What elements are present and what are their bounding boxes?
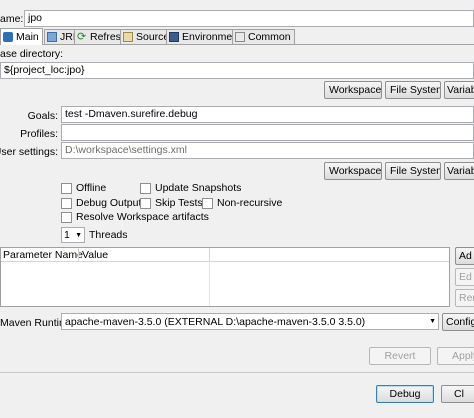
tab-main-label: Main — [16, 31, 39, 43]
tab-strip-line — [0, 44, 474, 45]
column-divider — [209, 248, 210, 262]
profiles-input[interactable] — [61, 124, 474, 141]
skip-tests-label: Skip Tests — [155, 197, 203, 209]
update-snapshots-box[interactable] — [140, 182, 151, 194]
add-parameter-button[interactable]: Ad — [455, 247, 474, 265]
maven-runtime-select[interactable]: apache-maven-3.5.0 (EXTERNAL D:\apache-m… — [61, 313, 439, 330]
skip-tests-checkbox[interactable]: Skip Tests — [140, 197, 203, 209]
user-settings-label: User settings: — [0, 146, 58, 158]
non-recursive-box[interactable] — [202, 197, 213, 209]
column-divider — [78, 248, 79, 262]
configure-runtime-button[interactable]: Configu — [442, 313, 474, 331]
offline-label: Offline — [76, 182, 107, 194]
threads-select[interactable]: 1 ▼ — [61, 227, 85, 243]
name-input[interactable]: jpo — [24, 10, 474, 27]
revert-button[interactable]: Revert — [369, 347, 431, 365]
base-directory-input[interactable]: ${project_loc:jpo} — [0, 62, 474, 79]
resolve-workspace-label: Resolve Workspace artifacts — [76, 211, 209, 223]
base-workspace-button[interactable]: Workspace... — [324, 81, 382, 99]
base-file-system-button[interactable]: File System... — [385, 81, 441, 99]
main-tab-icon — [3, 32, 13, 42]
parameters-table-header: Parameter Name Value — [1, 248, 449, 262]
common-icon — [235, 32, 245, 42]
tab-common[interactable]: Common — [232, 29, 295, 44]
parameters-table[interactable]: Parameter Name Value — [0, 247, 450, 307]
profiles-label: Profiles: — [20, 128, 58, 140]
column-parameter-name[interactable]: Parameter Name — [3, 248, 83, 262]
tab-source-label: Source — [136, 31, 170, 43]
bottom-separator — [0, 372, 474, 373]
update-snapshots-checkbox[interactable]: Update Snapshots — [140, 182, 241, 194]
remove-parameter-button[interactable]: Rem — [455, 289, 474, 307]
column-guide — [209, 262, 210, 306]
goals-label: Goals: — [27, 110, 58, 122]
debug-output-checkbox[interactable]: Debug Output — [61, 197, 141, 209]
tab-common-label: Common — [248, 31, 291, 43]
non-recursive-checkbox[interactable]: Non-recursive — [202, 197, 282, 209]
column-value[interactable]: Value — [82, 248, 108, 262]
debug-output-box[interactable] — [61, 197, 72, 209]
threads-value: 1 — [64, 229, 70, 241]
name-label: ame: — [0, 13, 24, 25]
user-settings-input[interactable]: D:\workspace\settings.xml — [61, 142, 474, 159]
maven-runtime-value: apache-maven-3.5.0 (EXTERNAL D:\apache-m… — [65, 315, 366, 328]
resolve-workspace-checkbox[interactable]: Resolve Workspace artifacts — [61, 211, 209, 223]
resolve-workspace-box[interactable] — [61, 211, 72, 223]
chevron-down-icon: ▼ — [75, 231, 82, 239]
skip-tests-box[interactable] — [140, 197, 151, 209]
edit-parameter-button[interactable]: Ed — [455, 268, 474, 286]
jre-icon — [47, 32, 57, 42]
settings-workspace-button[interactable]: Workspace... — [324, 162, 382, 180]
environment-icon — [169, 32, 179, 42]
tab-main[interactable]: Main — [0, 28, 43, 45]
debug-button[interactable]: Debug — [376, 385, 434, 403]
close-button[interactable]: Cl — [441, 385, 474, 403]
update-snapshots-label: Update Snapshots — [155, 182, 242, 194]
threads-label: Threads — [89, 229, 128, 241]
non-recursive-label: Non-recursive — [217, 197, 283, 209]
refresh-icon: ⟳ — [77, 31, 87, 43]
goals-input[interactable]: test -Dmaven.surefire.debug — [61, 106, 474, 123]
source-icon — [123, 32, 133, 42]
apply-button[interactable]: Apply — [437, 347, 474, 365]
settings-variables-button[interactable]: Variab — [444, 162, 474, 180]
offline-checkbox[interactable]: Offline — [61, 182, 106, 194]
base-variables-button[interactable]: Variab — [444, 81, 474, 99]
base-directory-label: ase directory: — [0, 48, 64, 60]
settings-file-system-button[interactable]: File System... — [385, 162, 441, 180]
chevron-down-icon: ▼ — [429, 318, 436, 325]
offline-box[interactable] — [61, 182, 72, 194]
debug-output-label: Debug Output — [76, 197, 142, 209]
